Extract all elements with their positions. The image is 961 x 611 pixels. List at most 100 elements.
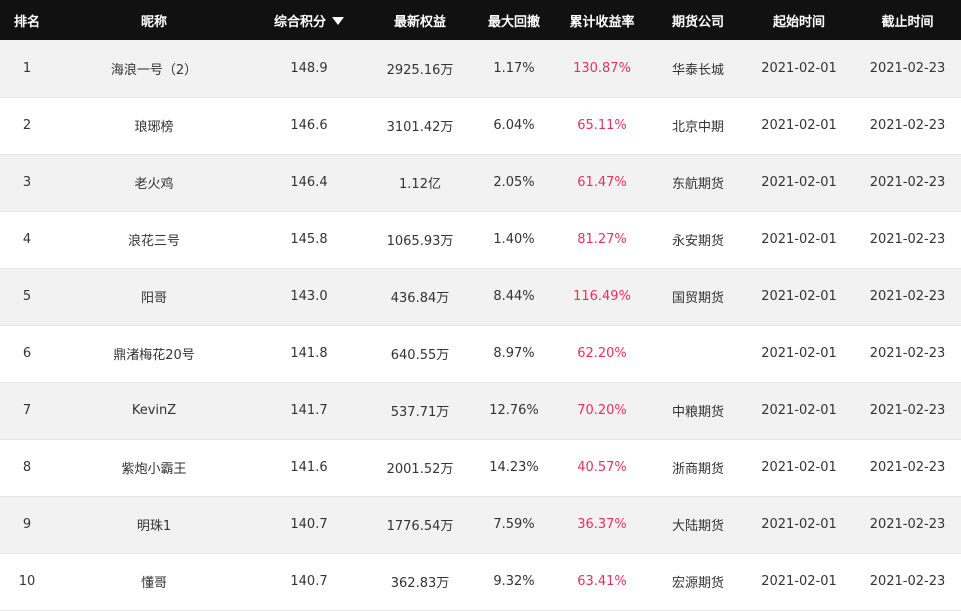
return-rate-cell: 61.47% — [577, 175, 627, 190]
start-date-cell: 2021-02-01 — [761, 403, 837, 418]
equity-cell: 362.83万 — [390, 576, 450, 591]
company-cell: 永安期货 — [671, 234, 724, 249]
rank-cell: 8 — [22, 460, 32, 475]
return-rate-cell: 40.57% — [577, 460, 627, 475]
start-date-cell: 2021-02-01 — [761, 346, 837, 361]
company-cell: 大陆期货 — [671, 519, 724, 534]
company-cell: 北京中期 — [671, 120, 724, 135]
rank-cell: 5 — [22, 289, 32, 304]
table-row[interactable]: 7 KevinZ 141.7 537.71万 12.76% 70.20% 中粮期货 2021-… — [0, 382, 961, 439]
return-rate-cell: 81.27% — [577, 232, 627, 247]
return-rate-cell: 70.20% — [577, 403, 627, 418]
drawdown-cell: 12.76% — [489, 403, 539, 418]
header-score-label: 综合积分 — [273, 14, 326, 30]
nickname-cell: 琅琊榜 — [134, 120, 174, 135]
score-cell: 141.8 — [290, 346, 328, 361]
start-date-cell: 2021-02-01 — [761, 460, 837, 475]
table-row[interactable]: 8 紫炮小霸王 141.6 2001.52万 14.23% 40.57% 浙商期货 2021-… — [0, 439, 961, 496]
start-date-cell: 2021-02-01 — [761, 175, 837, 190]
company-cell: 东航期货 — [671, 177, 724, 192]
table-row[interactable]: 5 阳哥 143.0 436.84万 8.44% 116.49% 国贸期货 2021-02-0… — [0, 268, 961, 325]
rank-cell: 10 — [18, 574, 36, 589]
return-rate-cell: 63.41% — [577, 574, 627, 589]
company-cell: 华泰长城 — [671, 62, 724, 78]
nickname-cell: 浪花三号 — [127, 234, 180, 249]
start-date-cell: 2021-02-01 — [761, 289, 837, 304]
ranking-table: 排名 昵称 综合积分 最新权益 最大回撤 累计收益率 期货公司 起始时间 截止时… — [0, 0, 961, 611]
end-date-cell: 2021-02-23 — [869, 60, 946, 76]
start-date-cell: 2021-02-01 — [761, 60, 837, 76]
equity-cell: 2001.52万 — [386, 462, 454, 477]
nickname-cell: 老火鸡 — [134, 177, 174, 192]
start-date-cell: 2021-02-01 — [761, 118, 837, 133]
drawdown-cell: 8.97% — [493, 346, 535, 361]
start-date-cell: 2021-02-01 — [761, 574, 837, 589]
header-equity[interactable]: 最新权益 — [364, 0, 476, 40]
return-rate-cell: 65.11% — [577, 118, 627, 133]
nickname-cell: 阳哥 — [140, 291, 167, 306]
table-row[interactable]: 1 海浪一号（2） 148.9 2925.16万 1.17% 130.87% 华泰长城 202… — [0, 40, 961, 97]
end-date-cell: 2021-02-23 — [869, 460, 946, 475]
equity-cell: 1065.93万 — [386, 234, 454, 249]
company-cell: 宏源期货 — [671, 576, 724, 591]
table-row[interactable]: 10 懂哥 140.7 362.83万 9.32% 63.41% 宏源期货 2021-02-0… — [0, 553, 961, 610]
return-rate-cell: 36.37% — [577, 517, 627, 532]
company-cell: 浙商期货 — [671, 462, 724, 477]
table-row[interactable]: 4 浪花三号 145.8 1065.93万 1.40% 81.27% 永安期货 2021-02… — [0, 211, 961, 268]
drawdown-cell: 2.05% — [493, 175, 535, 190]
rank-cell: 7 — [22, 403, 32, 418]
table-row[interactable]: 3 老火鸡 146.4 1.12亿 2.05% 61.47% 东航期货 2021-02-01 2… — [0, 154, 961, 211]
nickname-cell: 懂哥 — [140, 576, 167, 591]
header-return[interactable]: 累计收益率 — [552, 0, 652, 40]
nickname-cell: KevinZ — [131, 403, 177, 418]
end-date-cell: 2021-02-23 — [869, 175, 946, 190]
drawdown-cell: 6.04% — [493, 118, 535, 133]
return-rate-cell: 62.20% — [577, 346, 627, 361]
rank-cell: 9 — [22, 517, 32, 532]
equity-cell: 537.71万 — [390, 405, 450, 420]
header-start[interactable]: 起始时间 — [744, 0, 854, 40]
equity-cell: 1776.54万 — [386, 519, 454, 534]
rank-cell: 1 — [22, 60, 32, 76]
header-nickname[interactable]: 昵称 — [54, 0, 254, 40]
nickname-cell: 鼎渚梅花20号 — [113, 348, 195, 363]
table-row[interactable]: 2 琅琊榜 146.6 3101.42万 6.04% 65.11% 北京中期 2021-02-… — [0, 97, 961, 154]
header-company[interactable]: 期货公司 — [652, 0, 744, 40]
company-cell: 中粮期货 — [671, 405, 724, 420]
score-cell: 141.6 — [290, 460, 328, 475]
drawdown-cell: 14.23% — [489, 460, 539, 475]
table-row[interactable]: 6 鼎渚梅花20号 141.8 640.55万 8.97% 62.20% 2021-02-0… — [0, 325, 961, 382]
drawdown-cell: 8.44% — [493, 289, 535, 304]
equity-cell: 640.55万 — [390, 348, 450, 363]
company-cell — [652, 325, 744, 382]
sort-descending-icon[interactable] — [332, 17, 344, 25]
rank-cell: 4 — [22, 232, 32, 247]
score-cell: 148.9 — [290, 60, 328, 76]
rank-cell: 3 — [22, 175, 32, 190]
score-cell: 141.7 — [290, 403, 328, 418]
nickname-cell: 明珠1 — [136, 519, 172, 534]
header-drawdown[interactable]: 最大回撤 — [476, 0, 552, 40]
equity-cell: 2925.16万 — [386, 62, 454, 78]
header-score[interactable]: 综合积分 — [254, 0, 364, 40]
drawdown-cell: 1.40% — [493, 232, 535, 247]
company-cell: 国贸期货 — [671, 291, 724, 306]
score-cell: 143.0 — [290, 289, 328, 304]
end-date-cell: 2021-02-23 — [869, 403, 946, 418]
nickname-cell: 海浪一号（2） — [110, 62, 198, 78]
end-date-cell: 2021-02-23 — [869, 346, 946, 361]
nickname-cell: 紫炮小霸王 — [121, 462, 187, 477]
drawdown-cell: 9.32% — [493, 574, 535, 589]
equity-cell: 3101.42万 — [386, 120, 454, 135]
drawdown-cell: 1.17% — [493, 60, 535, 76]
table-header-row: 排名 昵称 综合积分 最新权益 最大回撤 累计收益率 期货公司 起始时间 截止时… — [0, 0, 961, 40]
header-end[interactable]: 截止时间 — [854, 0, 961, 40]
header-rank[interactable]: 排名 — [0, 0, 54, 40]
equity-cell: 436.84万 — [390, 291, 450, 306]
table-row[interactable]: 9 明珠1 140.7 1776.54万 7.59% 36.37% 大陆期货 2021-02-… — [0, 496, 961, 553]
start-date-cell: 2021-02-01 — [761, 232, 837, 247]
rank-cell: 6 — [22, 346, 32, 361]
end-date-cell: 2021-02-23 — [869, 289, 946, 304]
end-date-cell: 2021-02-23 — [869, 574, 946, 589]
start-date-cell: 2021-02-01 — [761, 517, 837, 532]
